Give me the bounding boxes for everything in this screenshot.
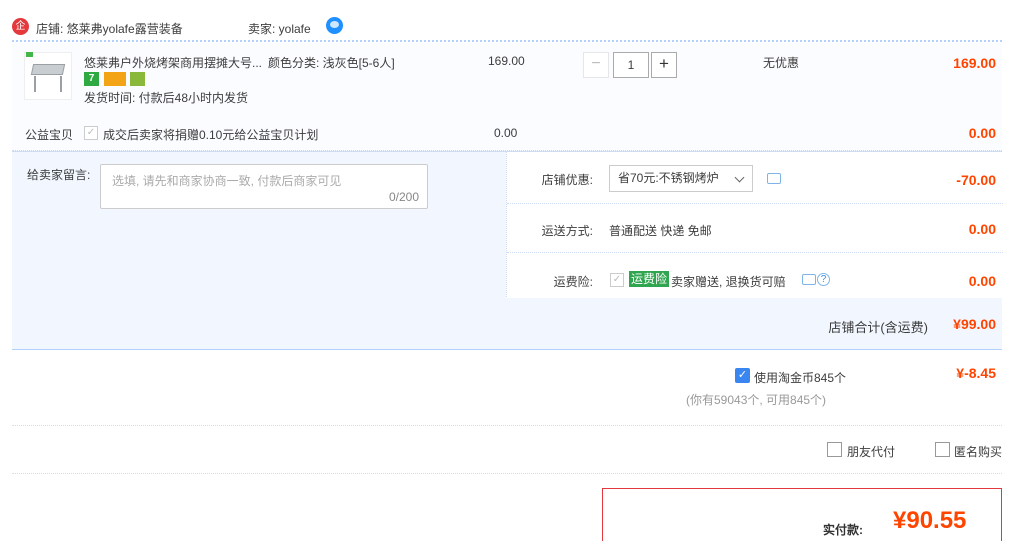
shop-total-amount: ¥99.00 [953, 316, 996, 332]
quantity-decrease-button[interactable]: − [583, 52, 609, 78]
shop-total: 店铺合计(含运费) ¥99.00 [12, 298, 1002, 350]
options-right-panel: 店铺优惠: 省70元:不锈钢烤炉 -70.00 运送方式: 普通配送 快递 免邮… [506, 152, 1003, 299]
ship-time: 发货时间: 付款后48小时内发货 [84, 91, 249, 105]
charity-text: 成交后卖家将捐赠0.10元给公益宝贝计划 [103, 128, 319, 142]
seven-day-return-icon[interactable]: 7 [84, 72, 99, 86]
guarantee-icon[interactable] [130, 72, 145, 86]
quantity-increase-button[interactable]: + [651, 52, 677, 78]
insurance-label: 运费险: [553, 275, 593, 289]
shipping-label: 运送方式: [541, 224, 593, 238]
memo-char-count: 0/200 [388, 190, 419, 204]
memo-placeholder: 选填, 请先和商家协商一致, 付款后商家可见 [112, 174, 342, 188]
charity-subtotal: 0.00 [968, 125, 996, 141]
charity-label: 公益宝贝 [25, 128, 74, 142]
final-label: 实付款: [823, 523, 863, 537]
insurance-message-icon[interactable] [802, 274, 816, 285]
coupon-selected: 省70元:不锈钢烤炉 [618, 171, 719, 185]
order-options: 给卖家留言: 选填, 请先和商家协商一致, 付款后商家可见 0/200 店铺优惠… [12, 151, 1003, 299]
quantity-input[interactable]: 1 [613, 52, 649, 78]
memo-input[interactable]: 选填, 请先和商家协商一致, 付款后商家可见 0/200 [100, 164, 428, 209]
friend-pay-checkbox[interactable] [827, 442, 842, 457]
insurance-badge: 运费险 [629, 271, 670, 287]
seller-name[interactable]: 卖家: yolafe [248, 20, 311, 37]
item-title[interactable]: 悠莱弗户外烧烤架商用摆摊大号... [84, 54, 264, 71]
shop-logo-icon: 企 [12, 18, 29, 35]
chevron-down-icon [734, 172, 745, 183]
friend-pay-label[interactable]: 朋友代付 [847, 443, 895, 460]
message-icon[interactable] [767, 173, 781, 184]
final-amount: ¥90.55 [893, 507, 967, 534]
help-icon[interactable]: ? [817, 273, 830, 286]
shop-name[interactable]: 店铺: 悠莱弗yolafe露营装备 [36, 20, 183, 37]
anonymous-label[interactable]: 匿名购买 [954, 443, 1002, 460]
coupon-select[interactable]: 省70元:不锈钢烤炉 [609, 165, 753, 192]
insurance-text: 卖家赠送, 退换货可赔 [671, 275, 786, 289]
shipping-amount: 0.00 [968, 221, 996, 237]
shipping-value: 普通配送 快递 免邮 [609, 224, 712, 238]
credit-card-icon[interactable] [104, 72, 126, 86]
insurance-amount: 0.00 [968, 273, 996, 289]
coins-checkbox[interactable]: ✓ [735, 368, 750, 383]
coins-note: (你有59043个, 可用845个) [686, 393, 827, 407]
charity-checkbox: ✓ [84, 126, 98, 140]
coins-amount: ¥-8.45 [956, 365, 996, 381]
thumbnail-tag-icon [26, 52, 33, 57]
coupon-label: 店铺优惠: [541, 173, 593, 187]
insurance-checkbox: ✓ [610, 273, 624, 287]
coins-label[interactable]: 使用淘金币845个 [754, 369, 846, 386]
grill-image-icon [30, 64, 66, 75]
anonymous-checkbox[interactable] [935, 442, 950, 457]
shop-header: 企 店铺: 悠莱弗yolafe露营装备 卖家: yolafe [12, 14, 1002, 42]
memo-label: 给卖家留言: [27, 168, 91, 182]
coupon-amount: -70.00 [956, 172, 996, 188]
item-thumbnail[interactable] [24, 52, 72, 100]
order-item: 悠莱弗户外烧烤架商用摆摊大号... 颜色分类: 浅灰色[5-6人] 7 发货时间… [12, 43, 1002, 151]
charity-price: 0.00 [494, 126, 518, 140]
item-sku: 颜色分类: 浅灰色[5-6人] [268, 56, 395, 70]
shop-total-label: 店铺合计(含运费) [828, 320, 928, 335]
unit-price: 169.00 [488, 54, 525, 68]
final-payment-box: 实付款: ¥90.55 [602, 488, 1002, 541]
wangwang-chat-icon[interactable] [326, 17, 343, 34]
item-subtotal: 169.00 [953, 55, 996, 71]
item-promo: 无优惠 [763, 56, 800, 70]
